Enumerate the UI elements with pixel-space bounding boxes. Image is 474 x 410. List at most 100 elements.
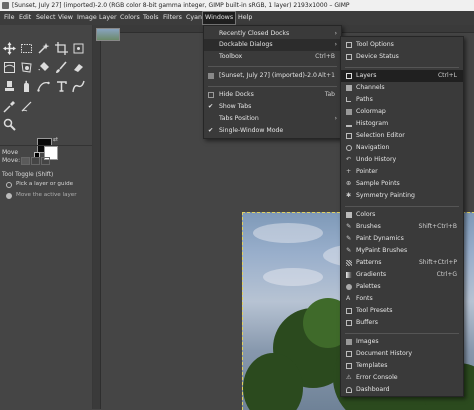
- cage-transform-icon[interactable]: [20, 61, 33, 74]
- paintbrush-icon[interactable]: [55, 61, 68, 74]
- toolbox: ⇄ Move Move: Tool Toggle (Shift) Pick a …: [0, 25, 93, 409]
- swap-colors-icon[interactable]: ⇄: [53, 136, 58, 143]
- move-tool-icon[interactable]: [3, 42, 16, 55]
- menu-item-gradients[interactable]: Gradients Ctrl+G: [341, 269, 463, 281]
- tool-presets-icon: [346, 308, 352, 314]
- menu-help[interactable]: Help: [236, 11, 254, 25]
- menu-select[interactable]: Select: [34, 11, 57, 25]
- rect-select-icon[interactable]: [20, 42, 33, 55]
- menu-colors[interactable]: Colors: [118, 11, 142, 25]
- tool-options-title: Move: [2, 149, 19, 156]
- move-layer-mode-button[interactable]: [21, 157, 30, 165]
- unified-transform-icon[interactable]: [72, 42, 85, 55]
- layers-icon: [346, 73, 352, 79]
- device-status-icon: [346, 54, 352, 60]
- gegl-tool-icon[interactable]: [72, 80, 85, 93]
- menu-item-symmetry-painting[interactable]: ✱ Symmetry Painting: [341, 190, 463, 202]
- error-console-icon: ⚠: [346, 374, 352, 381]
- menu-item-mypaint-brushes[interactable]: ✎ MyPaint Brushes: [341, 245, 463, 257]
- menu-item-selection-editor[interactable]: Selection Editor: [341, 130, 463, 142]
- menu-item-colors[interactable]: Colors: [341, 209, 463, 221]
- menu-item-dashboard[interactable]: Dashboard: [341, 384, 463, 396]
- crop-tool-icon[interactable]: [55, 42, 68, 55]
- text-tool-icon[interactable]: [55, 80, 68, 93]
- menu-file[interactable]: File: [2, 11, 17, 25]
- menu-image[interactable]: Image: [75, 11, 99, 25]
- move-active-layer-label: Move the active layer: [16, 192, 77, 198]
- menu-item-navigation[interactable]: Navigation: [341, 142, 463, 154]
- paths-tool-icon[interactable]: [37, 80, 50, 93]
- menu-item-show-tabs[interactable]: ✔ Show Tabs: [204, 101, 341, 113]
- navigation-icon: [346, 145, 352, 151]
- check-mark-icon: ✔: [208, 103, 214, 110]
- color-picker-icon[interactable]: [3, 100, 16, 113]
- tool-toggle-label: Tool Toggle (Shift): [2, 172, 54, 178]
- windows-menu: Recently Closed Docks › Dockable Dialogs ›…: [203, 25, 342, 139]
- menu-item-patterns[interactable]: Patterns Shift+Ctrl+P: [341, 257, 463, 269]
- menu-item-pointer[interactable]: + Pointer: [341, 166, 463, 178]
- pick-layer-radio[interactable]: [6, 182, 12, 188]
- eraser-icon[interactable]: [72, 61, 85, 74]
- menu-item-toolbox[interactable]: Toolbox Ctrl+B: [204, 51, 341, 63]
- menu-cyan[interactable]: Cyan: [184, 11, 204, 25]
- checkbox-icon: [208, 92, 214, 98]
- move-mode-label: Move:: [2, 157, 21, 164]
- menu-item-tool-options[interactable]: Tool Options: [341, 39, 463, 51]
- menu-item-fonts[interactable]: A Fonts: [341, 293, 463, 305]
- clone-tool-icon[interactable]: [3, 80, 16, 93]
- gimp-app-icon: [2, 2, 9, 9]
- menu-item-buffers[interactable]: Buffers: [341, 317, 463, 329]
- pick-layer-label: Pick a layer or guide: [16, 181, 74, 187]
- image-window-icon: [208, 73, 214, 79]
- buffers-icon: [346, 320, 352, 326]
- menu-item-colormap[interactable]: Colormap: [341, 106, 463, 118]
- menu-item-paint-dynamics[interactable]: ✎ Paint Dynamics: [341, 233, 463, 245]
- menu-item-palettes[interactable]: Palettes: [341, 281, 463, 293]
- menu-item-paths[interactable]: Paths: [341, 94, 463, 106]
- image-tab-thumbnail[interactable]: [96, 28, 120, 41]
- menu-item-dockable-dialogs[interactable]: Dockable Dialogs ›: [204, 39, 341, 51]
- undo-history-icon: ↶: [346, 156, 352, 163]
- vertical-ruler[interactable]: [93, 32, 101, 409]
- measure-tool-icon[interactable]: [20, 100, 33, 113]
- menu-layer[interactable]: Layer: [97, 11, 119, 25]
- menu-item-channels[interactable]: Channels: [341, 82, 463, 94]
- pointer-icon: +: [346, 168, 352, 175]
- smudge-tool-icon[interactable]: [20, 80, 33, 93]
- menu-item-templates[interactable]: Templates: [341, 360, 463, 372]
- title-bar: [Sunset, July 27] (imported)-2.0 (RGB co…: [0, 0, 474, 11]
- menu-item-document-history[interactable]: Document History: [341, 348, 463, 360]
- menu-item-error-console[interactable]: ⚠ Error Console: [341, 372, 463, 384]
- menu-filters[interactable]: Filters: [161, 11, 184, 25]
- menu-item-tabs-position[interactable]: Tabs Position ›: [204, 113, 341, 125]
- menu-edit[interactable]: Edit: [17, 11, 33, 25]
- move-selection-mode-button[interactable]: [31, 157, 40, 165]
- window-title: [Sunset, July 27] (imported)-2.0 (RGB co…: [12, 2, 350, 9]
- menu-windows[interactable]: Windows: [202, 11, 237, 25]
- menu-item-single-window-mode[interactable]: ✔ Single-Window Mode: [204, 125, 341, 137]
- zoom-tool-icon[interactable]: [3, 118, 16, 131]
- menu-item-hide-docks[interactable]: Hide Docks Tab: [204, 89, 341, 101]
- menu-item-undo-history[interactable]: ↶ Undo History: [341, 154, 463, 166]
- menu-tools[interactable]: Tools: [141, 11, 161, 25]
- channels-icon: [346, 85, 352, 91]
- divider: [0, 145, 92, 146]
- menu-view[interactable]: View: [56, 11, 75, 25]
- fuzzy-select-icon[interactable]: [37, 42, 50, 55]
- fonts-icon: A: [346, 295, 351, 302]
- menu-item-histogram[interactable]: Histogram: [341, 118, 463, 130]
- gradients-icon: [346, 272, 352, 278]
- images-icon: [346, 339, 352, 345]
- bucket-fill-icon[interactable]: [37, 61, 50, 74]
- warp-transform-icon[interactable]: [3, 61, 16, 74]
- menu-item-tool-presets[interactable]: Tool Presets: [341, 305, 463, 317]
- menu-item-brushes[interactable]: ✎ Brushes Shift+Ctrl+B: [341, 221, 463, 233]
- menu-item-image-window[interactable]: [Sunset, July 27] (imported)-2.0 Alt+1: [204, 70, 341, 82]
- menu-item-layers[interactable]: Layers Ctrl+L: [341, 70, 463, 82]
- colors-icon: [346, 212, 352, 218]
- menu-item-device-status[interactable]: Device Status: [341, 51, 463, 63]
- menu-item-images[interactable]: Images: [341, 336, 463, 348]
- move-path-mode-button[interactable]: [41, 157, 50, 165]
- menu-item-sample-points[interactable]: ⊕ Sample Points: [341, 178, 463, 190]
- move-active-layer-radio[interactable]: [6, 193, 12, 199]
